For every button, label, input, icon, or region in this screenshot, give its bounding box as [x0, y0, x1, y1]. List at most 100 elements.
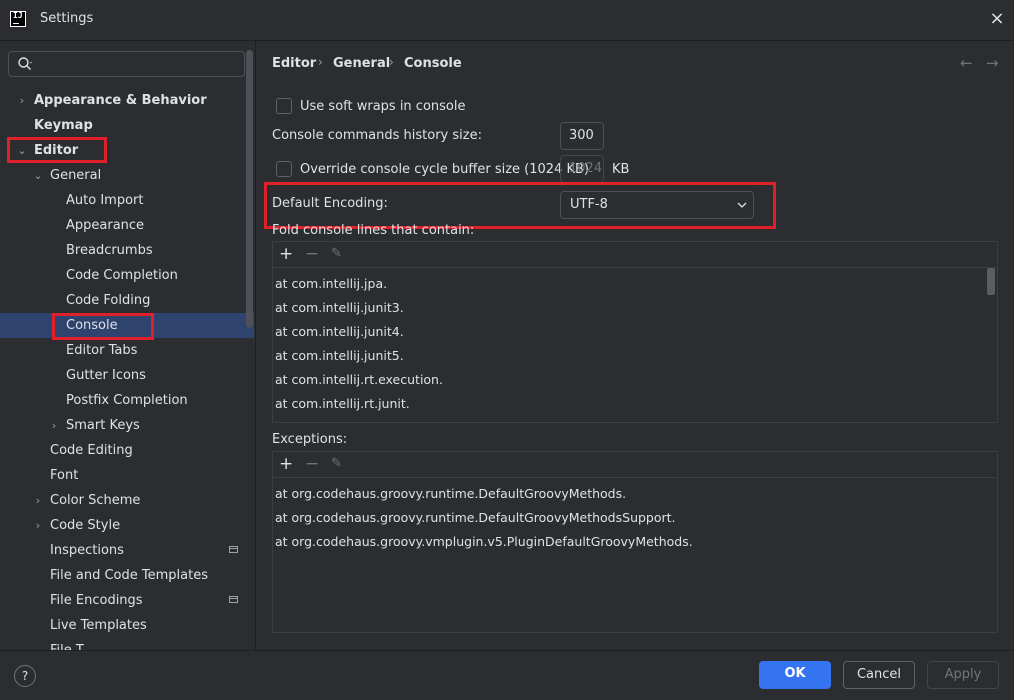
sidebar-item-file-and-code-templates[interactable]: File and Code Templates	[0, 563, 254, 588]
sidebar-scrollbar[interactable]	[246, 50, 253, 328]
soft-wraps-label: Use soft wraps in console	[300, 99, 466, 114]
sidebar-item-label: File T	[50, 638, 84, 650]
add-icon[interactable]: +	[279, 245, 293, 263]
fold-line-item[interactable]: at com.intellij.junit4.	[275, 324, 404, 339]
help-icon[interactable]: ?	[14, 665, 36, 687]
sidebar-item-inspections[interactable]: Inspections	[0, 538, 254, 563]
sidebar-item-label: Gutter Icons	[66, 368, 146, 383]
chevron-right-icon[interactable]: ›	[32, 513, 44, 538]
sidebar-item-smart-keys[interactable]: › Smart Keys	[0, 413, 254, 438]
project-scope-icon	[229, 546, 238, 553]
sidebar-item-code-style[interactable]: › Code Style	[0, 513, 254, 538]
sidebar-item-keymap[interactable]: Keymap	[0, 113, 254, 138]
sidebar-item-label: Color Scheme	[50, 493, 141, 508]
sidebar-item-label: Code Folding	[66, 293, 151, 308]
sidebar-item-file-t[interactable]: File T	[0, 638, 254, 650]
breadcrumb-editor[interactable]: Editor	[272, 56, 316, 71]
sidebar-item-label: Appearance	[66, 218, 145, 233]
breadcrumb-general[interactable]: General	[333, 56, 390, 71]
sidebar-item-label: Live Templates	[50, 618, 147, 633]
title-bar: IJ Settings ×	[0, 0, 1014, 40]
sidebar-item-auto-import[interactable]: Auto Import	[0, 188, 254, 213]
exceptions-list: + − ✎ at org.codehaus.groovy.runtime.Def…	[272, 451, 998, 633]
window-title: Settings	[40, 11, 94, 26]
fold-list-scrollbar[interactable]	[987, 268, 995, 295]
breadcrumb-separator-icon: ›	[389, 55, 394, 69]
sidebar-item-gutter-icons[interactable]: Gutter Icons	[0, 363, 254, 388]
intellij-app-icon: IJ	[10, 11, 26, 27]
add-icon[interactable]: +	[279, 455, 293, 473]
fold-line-item[interactable]: at com.intellij.rt.execution.	[275, 372, 443, 387]
remove-icon: −	[305, 244, 320, 264]
sidebar-item-label: Code Completion	[66, 268, 178, 283]
sidebar-item-label: Editor Tabs	[66, 343, 138, 358]
ok-button[interactable]: OK	[759, 661, 831, 689]
sidebar-item-file-encodings[interactable]: File Encodings	[0, 588, 254, 613]
apply-button: Apply	[927, 661, 999, 689]
cancel-button[interactable]: Cancel	[843, 661, 915, 689]
forward-arrow-icon[interactable]: →	[986, 54, 999, 72]
fold-line-item[interactable]: at com.intellij.junit5.	[275, 348, 404, 363]
sidebar-item-label: File Encodings	[50, 593, 143, 608]
chevron-right-icon[interactable]: ›	[48, 413, 60, 438]
buffer-size-field: 1024	[560, 155, 604, 183]
chevron-right-icon[interactable]: ›	[16, 88, 28, 113]
search-icon	[18, 57, 32, 70]
fold-lines-label: Fold console lines that contain:	[272, 223, 475, 238]
sidebar-item-label: Font	[50, 468, 79, 483]
buffer-unit-label: KB	[612, 162, 630, 177]
sidebar-item-font[interactable]: Font	[0, 463, 254, 488]
sidebar-item-postfix-completion[interactable]: Postfix Completion	[0, 388, 254, 413]
project-scope-icon	[229, 596, 238, 603]
sidebar-item-label: Code Editing	[50, 443, 133, 458]
sidebar-item-label: Postfix Completion	[66, 393, 188, 408]
breadcrumb-separator-icon: ›	[318, 55, 323, 69]
sidebar-item-label: Auto Import	[66, 193, 144, 208]
chevron-down-icon[interactable]: ⌄	[32, 163, 44, 188]
sidebar-item-label: File and Code Templates	[50, 568, 208, 583]
sidebar-item-label: Appearance & Behavior	[34, 93, 207, 108]
chevron-right-icon[interactable]: ›	[32, 488, 44, 513]
sidebar-item-label: General	[50, 168, 102, 183]
dialog-footer: ? OK Cancel Apply	[0, 650, 1014, 700]
sidebar-item-appearance[interactable]: Appearance	[0, 213, 254, 238]
breadcrumb-console: Console	[404, 56, 462, 71]
settings-search-input[interactable]	[8, 51, 245, 77]
edit-icon: ✎	[331, 246, 342, 261]
exception-line-item[interactable]: at org.codehaus.groovy.runtime.DefaultGr…	[275, 510, 676, 525]
back-arrow-icon[interactable]: ←	[960, 54, 973, 72]
sidebar-item-code-folding[interactable]: Code Folding	[0, 288, 254, 313]
exception-line-item[interactable]: at org.codehaus.groovy.runtime.DefaultGr…	[275, 486, 626, 501]
fold-line-item[interactable]: at com.intellij.rt.junit.	[275, 396, 410, 411]
edit-icon: ✎	[331, 456, 342, 471]
sidebar-item-color-scheme[interactable]: › Color Scheme	[0, 488, 254, 513]
settings-content: Editor › General › Console ← → Use soft …	[256, 41, 1014, 650]
exceptions-list-toolbar: + − ✎	[273, 452, 997, 478]
sidebar-item-label: Inspections	[50, 543, 124, 558]
exceptions-label: Exceptions:	[272, 432, 348, 447]
sidebar-item-editor-tabs[interactable]: Editor Tabs	[0, 338, 254, 363]
sidebar-item-appearance-behavior[interactable]: › Appearance & Behavior	[0, 88, 254, 113]
highlight-box-encoding	[264, 182, 776, 229]
fold-line-item[interactable]: at com.intellij.jpa.	[275, 276, 387, 291]
settings-sidebar: › Appearance & Behavior Keymap ⌄ Editor ⌄ Gene…	[0, 41, 256, 650]
sidebar-item-label: Breadcrumbs	[66, 243, 153, 258]
close-icon[interactable]: ×	[985, 7, 1009, 31]
sidebar-item-live-templates[interactable]: Live Templates	[0, 613, 254, 638]
sidebar-item-label: Keymap	[34, 118, 93, 133]
sidebar-item-general[interactable]: ⌄ General	[0, 163, 254, 188]
history-size-label: Console commands history size:	[272, 128, 482, 143]
sidebar-item-label: Code Style	[50, 518, 121, 533]
override-buffer-checkbox[interactable]	[276, 161, 292, 177]
history-size-field[interactable]: 300	[560, 122, 604, 150]
exception-line-item[interactable]: at org.codehaus.groovy.vmplugin.v5.Plugi…	[275, 534, 693, 549]
soft-wraps-checkbox[interactable]	[276, 98, 292, 114]
sidebar-item-breadcrumbs[interactable]: Breadcrumbs	[0, 238, 254, 263]
sidebar-item-code-completion[interactable]: Code Completion	[0, 263, 254, 288]
sidebar-item-label: Smart Keys	[66, 418, 140, 433]
fold-list-toolbar: + − ✎	[273, 242, 997, 268]
sidebar-item-code-editing[interactable]: Code Editing	[0, 438, 254, 463]
highlight-box-console	[52, 313, 154, 340]
override-buffer-label: Override console cycle buffer size (1024…	[300, 162, 589, 177]
fold-line-item[interactable]: at com.intellij.junit3.	[275, 300, 404, 315]
